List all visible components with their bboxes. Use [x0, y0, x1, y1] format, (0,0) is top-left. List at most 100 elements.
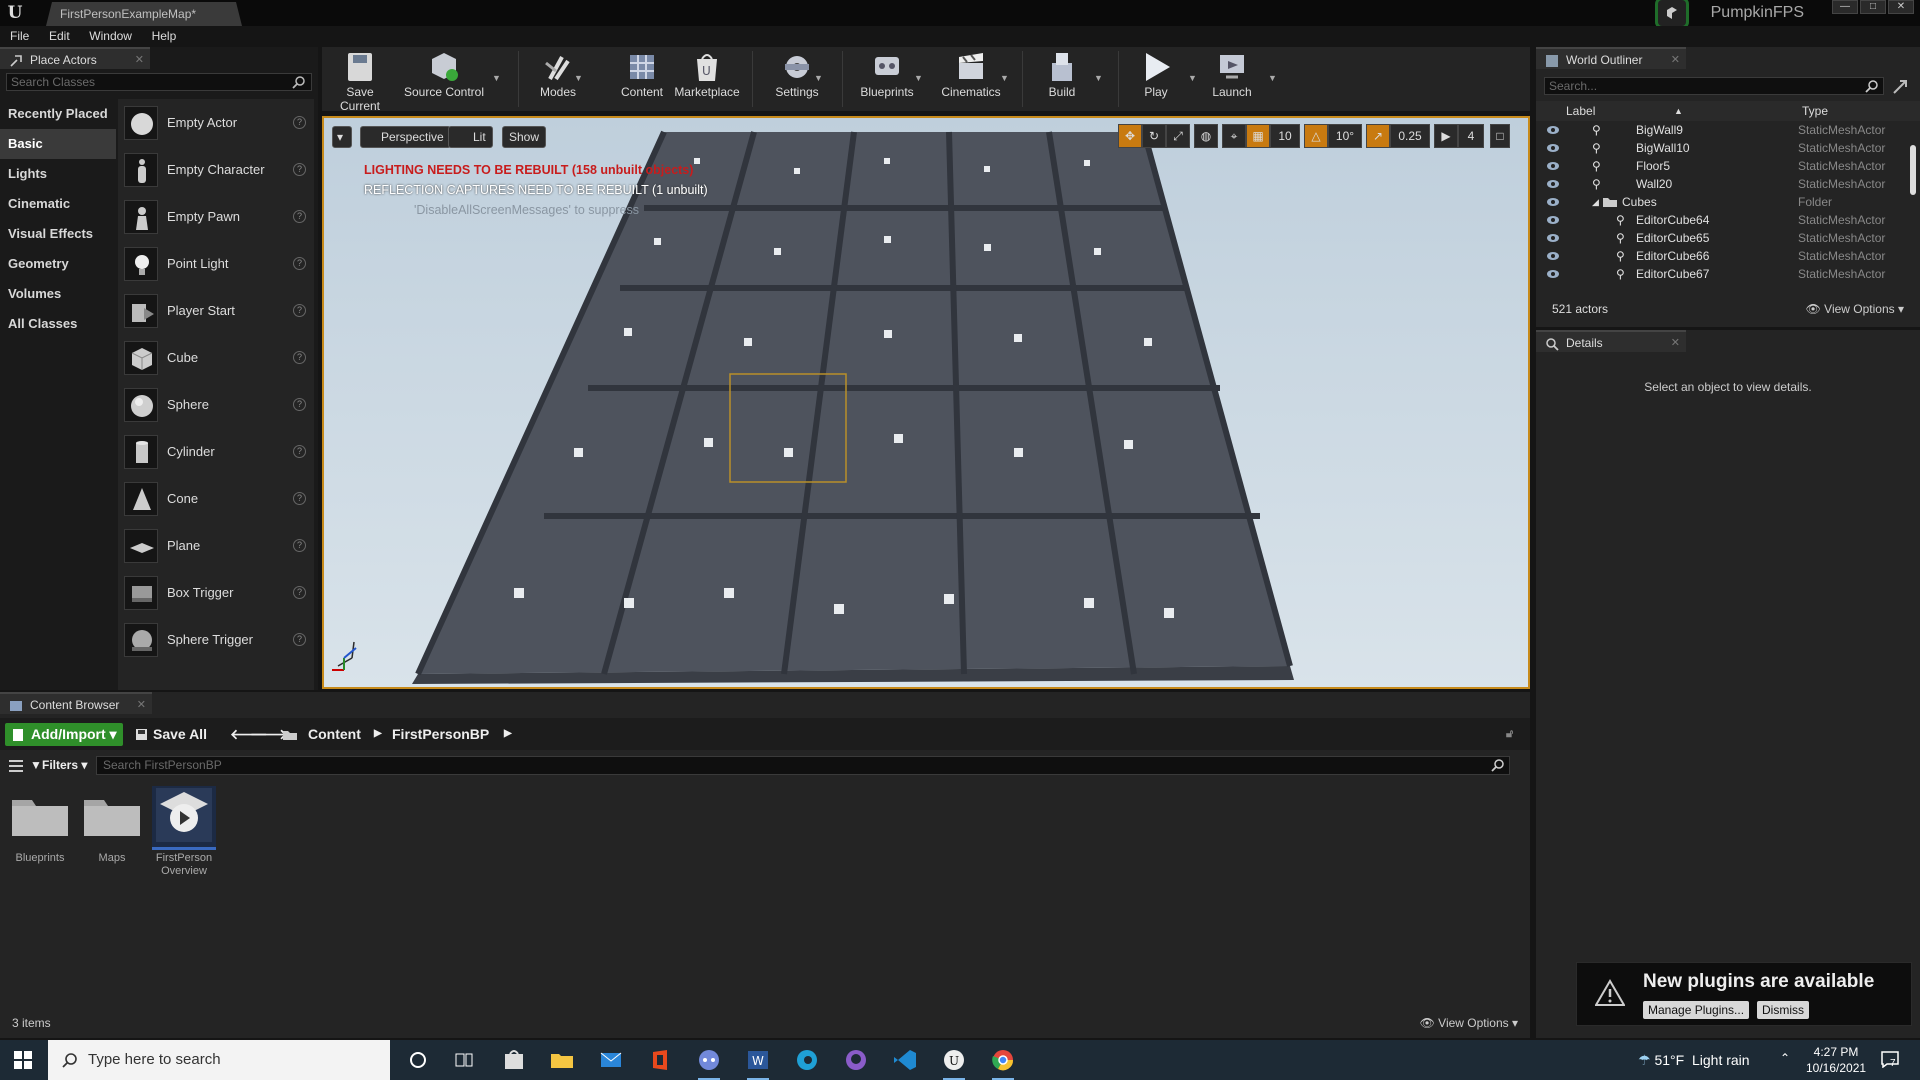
search-icon[interactable]: [292, 75, 306, 89]
folder-icon[interactable]: [282, 729, 298, 741]
source-control-dropdown-icon[interactable]: ▼: [492, 73, 501, 83]
marketplace-button[interactable]: U Marketplace: [672, 47, 742, 111]
chevron-up-icon[interactable]: ⌃: [1780, 1051, 1790, 1065]
close-window-button[interactable]: ✕: [1888, 0, 1914, 14]
asset-firstperson-overview[interactable]: FirstPerson Overview: [152, 786, 216, 877]
close-icon[interactable]: ✕: [1671, 49, 1680, 71]
visibility-eye-icon[interactable]: [1546, 179, 1560, 189]
add-import-button[interactable]: Add/Import ▾: [5, 723, 123, 746]
vscode-icon[interactable]: [892, 1048, 918, 1072]
world-space-icon[interactable]: ◍: [1194, 124, 1218, 148]
actor-item-empty-pawn[interactable]: Empty Pawn ?: [118, 193, 314, 240]
visibility-eye-icon[interactable]: [1546, 215, 1560, 225]
edge-icon[interactable]: [794, 1048, 820, 1072]
folder-maps[interactable]: Maps: [80, 790, 144, 864]
visibility-eye-icon[interactable]: [1546, 233, 1560, 243]
menu-edit[interactable]: Edit: [39, 26, 76, 47]
help-icon[interactable]: ?: [293, 398, 306, 411]
build-button[interactable]: Build: [1032, 47, 1092, 111]
actor-item-cylinder[interactable]: Cylinder ?: [118, 428, 314, 475]
menu-window[interactable]: Window: [79, 26, 138, 47]
mail-icon[interactable]: [598, 1048, 624, 1072]
cinematics-dropdown-icon[interactable]: ▼: [1000, 73, 1009, 83]
launch-button[interactable]: Launch: [1202, 47, 1262, 111]
camera-speed-icon[interactable]: ▶: [1434, 124, 1458, 148]
list-item[interactable]: ⚲ Wall20 StaticMeshActor: [1536, 175, 1906, 193]
save-all-button[interactable]: Save All: [133, 722, 207, 746]
help-icon[interactable]: ?: [293, 586, 306, 599]
visibility-eye-icon[interactable]: [1546, 143, 1560, 153]
tab-content-browser[interactable]: Content Browser ✕: [0, 692, 152, 714]
store-icon[interactable]: [501, 1048, 527, 1072]
cinematics-button[interactable]: Cinematics: [932, 47, 1010, 111]
category-lights[interactable]: Lights: [0, 159, 116, 189]
project-badge-icon[interactable]: [1658, 0, 1686, 26]
grid-snap-icon[interactable]: ▦: [1246, 124, 1270, 148]
manage-plugins-button[interactable]: Manage Plugins...: [1643, 1001, 1750, 1019]
help-icon[interactable]: ?: [293, 116, 306, 129]
tab-world-outliner[interactable]: World Outliner ✕: [1536, 47, 1686, 69]
tab-details[interactable]: Details ✕: [1536, 330, 1686, 352]
help-icon[interactable]: ?: [293, 304, 306, 317]
weather-widget[interactable]: ☂ 51°F Light rain: [1638, 1040, 1750, 1080]
column-label[interactable]: Label: [1566, 101, 1595, 121]
document-tab[interactable]: FirstPersonExampleMap*: [46, 2, 242, 26]
show-button[interactable]: Show: [502, 126, 547, 148]
outliner-view-options-button[interactable]: 👁︎ View Options ▾: [1806, 302, 1904, 316]
actor-item-empty-actor[interactable]: Empty Actor ?: [118, 99, 314, 146]
visibility-eye-icon[interactable]: [1546, 269, 1560, 279]
category-volumes[interactable]: Volumes: [0, 279, 116, 309]
notification-center-icon[interactable]: 7: [1880, 1050, 1904, 1070]
actor-item-box-trigger[interactable]: Box Trigger ?: [118, 569, 314, 616]
level-viewport[interactable]: ▾ Perspective Lit Show LIGHTING NEEDS TO…: [322, 116, 1530, 689]
build-dropdown-icon[interactable]: ▼: [1094, 73, 1103, 83]
breadcrumb-firstpersonbp[interactable]: FirstPersonBP: [392, 722, 489, 746]
surface-snap-icon[interactable]: ⌖: [1222, 124, 1246, 148]
translate-icon[interactable]: ✥: [1118, 124, 1142, 148]
perspective-button[interactable]: Perspective: [360, 126, 451, 148]
actor-item-cube[interactable]: Cube ?: [118, 334, 314, 381]
close-icon[interactable]: ✕: [135, 49, 144, 71]
minimize-button[interactable]: —: [1832, 0, 1858, 14]
outliner-settings-icon[interactable]: [1892, 79, 1908, 95]
actor-item-cone[interactable]: Cone ?: [118, 475, 314, 522]
grid-snap-value[interactable]: 10: [1270, 124, 1300, 148]
cortana-icon[interactable]: [405, 1048, 431, 1072]
help-icon[interactable]: ?: [293, 210, 306, 223]
list-item[interactable]: ⚲ BigWall9 StaticMeshActor: [1536, 121, 1906, 139]
rotation-snap-value[interactable]: 10°: [1328, 124, 1362, 148]
rotation-snap-icon[interactable]: △: [1304, 124, 1328, 148]
visibility-eye-icon[interactable]: [1546, 251, 1560, 261]
folder-blueprints[interactable]: Blueprints: [8, 790, 72, 864]
category-visual-effects[interactable]: Visual Effects: [0, 219, 116, 249]
actor-item-player-start[interactable]: Player Start ?: [118, 287, 314, 334]
actor-item-empty-character[interactable]: Empty Character ?: [118, 146, 314, 193]
visibility-eye-icon[interactable]: [1546, 161, 1560, 171]
windows-start-icon[interactable]: [14, 1051, 32, 1069]
actor-item-sphere-trigger[interactable]: Sphere Trigger ?: [118, 616, 314, 663]
search-icon[interactable]: [1491, 758, 1505, 772]
list-item[interactable]: ⚲ Floor5 StaticMeshActor: [1536, 157, 1906, 175]
search-icon[interactable]: [1865, 79, 1879, 93]
help-icon[interactable]: ?: [293, 492, 306, 505]
filters-button[interactable]: ▼ Filters ▾: [30, 756, 87, 774]
actor-item-sphere[interactable]: Sphere ?: [118, 381, 314, 428]
search-classes-input[interactable]: Search Classes: [6, 73, 312, 91]
unreal-engine-icon[interactable]: U: [941, 1048, 967, 1080]
view-options-button[interactable]: 👁︎ View Options ▾: [1420, 1016, 1518, 1030]
discord-icon[interactable]: [696, 1048, 722, 1080]
list-item[interactable]: ⚲ EditorCube65 StaticMeshActor: [1536, 229, 1906, 247]
expand-arrow-icon[interactable]: ◢: [1592, 193, 1599, 211]
list-item[interactable]: ⚲ BigWall10 StaticMeshActor: [1536, 139, 1906, 157]
category-basic[interactable]: Basic: [0, 129, 116, 159]
task-view-icon[interactable]: [451, 1048, 477, 1072]
visibility-eye-icon[interactable]: [1546, 197, 1560, 207]
visibility-eye-icon[interactable]: [1546, 125, 1560, 135]
scale-snap-value[interactable]: 0.25: [1390, 124, 1430, 148]
sort-ascending-icon[interactable]: ▲: [1674, 101, 1683, 121]
category-recently-placed[interactable]: Recently Placed: [0, 99, 116, 129]
help-icon[interactable]: ?: [293, 163, 306, 176]
lock-icon[interactable]: 🔓︎: [1506, 722, 1513, 746]
close-icon[interactable]: ✕: [1671, 332, 1680, 354]
list-item[interactable]: ⚲ EditorCube67 StaticMeshActor: [1536, 265, 1906, 283]
